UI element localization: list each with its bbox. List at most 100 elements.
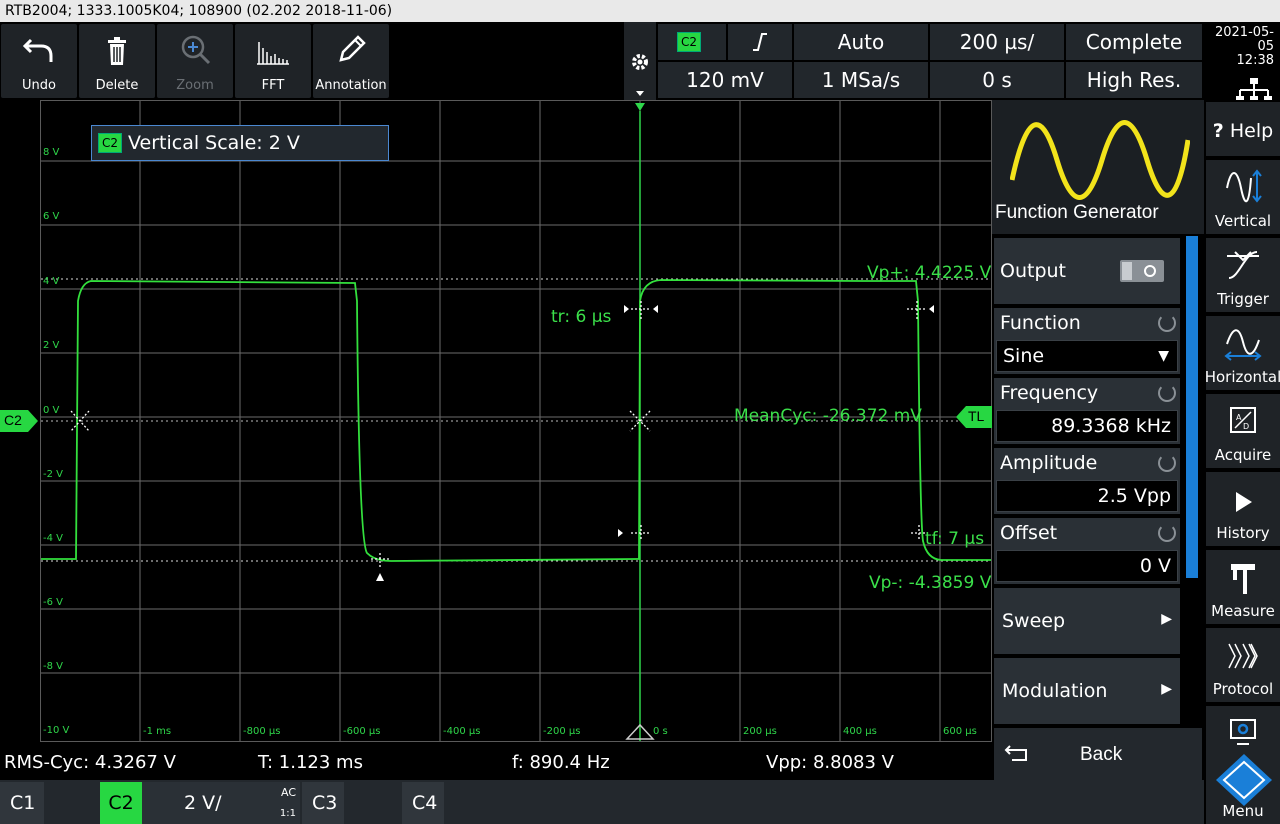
sweep-button[interactable]: Sweep ▶ xyxy=(994,588,1180,654)
question-icon: ? xyxy=(1212,120,1224,142)
nav-history[interactable]: History xyxy=(1206,472,1280,546)
chevron-right-icon: ▶ xyxy=(1161,680,1172,696)
c3-settings[interactable] xyxy=(344,782,400,824)
sample-rate[interactable]: 1 MSa/s xyxy=(794,62,928,98)
x-label: -800 µs xyxy=(243,726,281,737)
trigger-label: Trigger xyxy=(1217,290,1269,308)
x-label: 200 µs xyxy=(743,726,777,737)
y-label: 6 V xyxy=(43,211,60,222)
reset-icon[interactable] xyxy=(1158,314,1176,332)
trigger-source[interactable]: C2 xyxy=(658,24,726,60)
reset-icon[interactable] xyxy=(1158,384,1176,402)
c2-scale: 2 V/ xyxy=(184,792,222,814)
title-bar: RTB2004; 1333.1005K04; 108900 (02.202 20… xyxy=(0,0,1280,22)
x-label: 0 s xyxy=(653,726,668,737)
reset-icon[interactable] xyxy=(1158,524,1176,542)
offset-row[interactable]: Offset 0 V xyxy=(994,518,1180,584)
frequency-label: Frequency xyxy=(1000,382,1099,404)
panel-scrollbar[interactable] xyxy=(1186,236,1198,578)
c2-label: C2 xyxy=(100,782,142,824)
caliper-icon xyxy=(1206,558,1280,596)
modulation-label: Modulation xyxy=(1002,680,1108,702)
function-row[interactable]: Function Sine ▼ xyxy=(994,308,1180,374)
svg-text:D: D xyxy=(1243,422,1249,431)
y-label: 4 V xyxy=(43,276,60,287)
zoom-button[interactable]: Zoom xyxy=(157,24,233,98)
acquisition-state[interactable]: Complete xyxy=(1066,24,1202,60)
vertical-scale-box[interactable]: C2 Vertical Scale: 2 V xyxy=(91,125,389,161)
back-label: Back xyxy=(1080,744,1123,765)
frequency-row[interactable]: Frequency 89.3368 kHz xyxy=(994,378,1180,444)
fft-label: FFT xyxy=(261,78,285,93)
x-label: -400 µs xyxy=(443,726,481,737)
back-button[interactable]: Back xyxy=(994,728,1202,780)
back-arrow-icon xyxy=(1004,745,1027,761)
horizontal-icon xyxy=(1206,324,1280,362)
y-label: 8 V xyxy=(43,147,60,158)
offset-label: Offset xyxy=(1000,522,1058,544)
amplitude-row[interactable]: Amplitude 2.5 Vpp xyxy=(994,448,1180,514)
fft-icon xyxy=(235,32,311,68)
vpp-readout: Vpp: 8.8083 V xyxy=(766,752,894,773)
protocol-label: Protocol xyxy=(1212,680,1274,698)
frequency-field[interactable]: 89.3368 kHz xyxy=(996,410,1178,442)
y-label: 2 V xyxy=(43,340,60,351)
gear-icon xyxy=(632,54,648,96)
c2-probe-ratio: 1:1 xyxy=(279,808,296,819)
chevron-right-icon: ▶ xyxy=(1161,610,1172,626)
trigger-level[interactable]: 120 mV xyxy=(658,62,792,98)
annotation-button[interactable]: Annotation xyxy=(313,24,389,98)
y-label: -8 V xyxy=(43,661,63,672)
nav-menu[interactable]: Menu xyxy=(1206,706,1280,824)
nav-measure[interactable]: Measure xyxy=(1206,550,1280,624)
nav-trigger[interactable]: Trigger xyxy=(1206,238,1280,312)
rms-readout: RMS-Cyc: 4.3267 V xyxy=(4,752,176,773)
acquire-label: Acquire xyxy=(1214,446,1272,464)
fft-button[interactable]: FFT xyxy=(235,24,311,98)
nav-horizontal[interactable]: Horizontal xyxy=(1205,316,1280,390)
trigger-position-marker xyxy=(635,103,645,111)
delete-button[interactable]: Delete xyxy=(79,24,155,98)
help-button[interactable]: ? Help xyxy=(1206,102,1280,156)
undo-icon xyxy=(1,32,77,68)
amplitude-field[interactable]: 2.5 Vpp xyxy=(996,480,1178,512)
waveform-display[interactable]: 8 V 6 V 4 V 2 V 0 V -2 V -4 V -6 V -8 V … xyxy=(40,100,992,742)
vertical-icon xyxy=(1206,168,1280,206)
trigger-slope-button[interactable] xyxy=(728,24,792,60)
svg-text:A: A xyxy=(1236,413,1242,422)
settings-button[interactable] xyxy=(624,22,656,100)
c4-settings[interactable] xyxy=(444,782,500,824)
c3-label: C3 xyxy=(312,792,338,814)
channel-tag: C2 xyxy=(98,133,123,153)
measure-label: Measure xyxy=(1211,602,1275,620)
rising-edge-icon xyxy=(753,33,767,51)
trigger-level-marker[interactable]: TL xyxy=(954,406,992,428)
sweep-label: Sweep xyxy=(1002,610,1066,632)
function-select[interactable]: Sine ▼ xyxy=(996,340,1178,372)
nav-vertical[interactable]: Vertical xyxy=(1206,160,1280,234)
delete-label: Delete xyxy=(95,78,139,93)
time-scale[interactable]: 200 µs/ xyxy=(930,24,1064,60)
modulation-button[interactable]: Modulation ▶ xyxy=(994,658,1180,724)
time-offset[interactable]: 0 s xyxy=(930,62,1064,98)
trigger-mode[interactable]: Auto xyxy=(794,24,928,60)
undo-button[interactable]: Undo xyxy=(1,24,77,98)
c2-offset-marker[interactable]: C2 xyxy=(0,410,40,432)
nav-protocol[interactable]: Protocol xyxy=(1206,628,1280,702)
x-label: 600 µs xyxy=(943,726,977,737)
frequency-readout: f: 890.4 Hz xyxy=(512,752,610,773)
c2-marker-label: C2 xyxy=(4,412,22,428)
output-toggle[interactable] xyxy=(1120,260,1164,282)
reset-icon[interactable] xyxy=(1158,454,1176,472)
y-label: 0 V xyxy=(43,405,60,416)
channel-c2-button[interactable]: C2 2 V/ AC 1:1 xyxy=(100,782,300,824)
zoom-label: Zoom xyxy=(176,78,214,93)
acquisition-mode[interactable]: High Res. xyxy=(1066,62,1202,98)
protocol-icon xyxy=(1206,636,1280,674)
offset-field[interactable]: 0 V xyxy=(996,550,1178,582)
trash-icon xyxy=(79,32,155,68)
c1-settings[interactable] xyxy=(44,782,98,824)
date-time: 2021-05-05 12:38 xyxy=(1204,22,1280,102)
output-row[interactable]: Output xyxy=(994,238,1180,304)
nav-acquire[interactable]: AD Acquire xyxy=(1206,394,1280,468)
